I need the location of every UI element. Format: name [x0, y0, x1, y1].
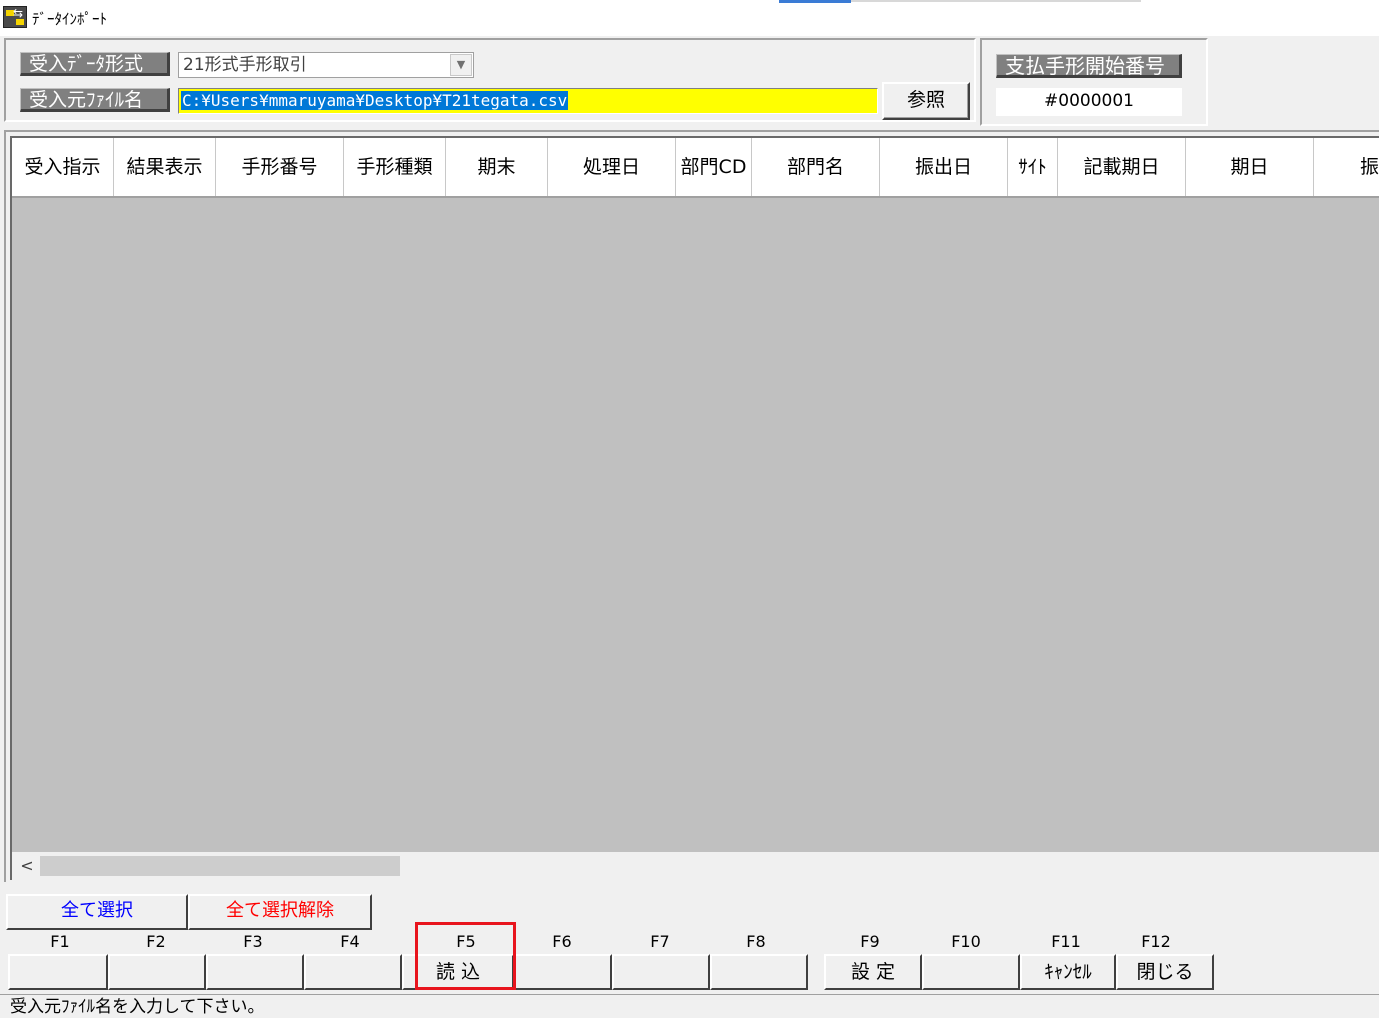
fkey-label-f10: F10	[951, 932, 981, 951]
column-header[interactable]: ｻｲﾄ	[1008, 138, 1058, 196]
column-header[interactable]: 手形番号	[216, 138, 344, 196]
browse-button[interactable]: 参照	[882, 82, 970, 120]
column-header[interactable]: 受入指示	[12, 138, 114, 196]
status-message: 受入元ﾌｧｲﾙ名を入力して下さい。	[10, 997, 265, 1017]
title-accent-line-2	[851, 0, 1141, 2]
fkey-label-f2: F2	[146, 932, 166, 951]
fkey-label-f9: F9	[860, 932, 880, 951]
close-button[interactable]: 閉じる	[1116, 954, 1214, 990]
column-header[interactable]: 期日	[1186, 138, 1314, 196]
f5-highlight-box	[415, 922, 516, 990]
start-number-group: 支払手形開始番号 #0000001	[980, 38, 1208, 126]
horizontal-scrollbar[interactable]: <	[12, 852, 1379, 880]
start-number-field[interactable]: #0000001	[996, 88, 1182, 116]
fkey-label-f6: F6	[552, 932, 572, 951]
grid-header: 受入指示 結果表示 手形番号 手形種類 期末 処理日 部門CD 部門名 振出日 …	[12, 138, 1379, 198]
f6-button[interactable]	[514, 954, 612, 990]
column-header[interactable]: 部門CD	[676, 138, 752, 196]
fkey-label-f7: F7	[650, 932, 670, 951]
title-bar	[0, 0, 1379, 36]
chevron-down-icon[interactable]: ▼	[450, 54, 472, 76]
f3-button[interactable]	[206, 954, 304, 990]
column-header[interactable]: 期末	[446, 138, 548, 196]
fkey-label-f12: F12	[1141, 932, 1171, 951]
file-label: 受入元ﾌｧｲﾙ名	[20, 88, 170, 112]
f8-button[interactable]	[710, 954, 808, 990]
fkey-label-f3: F3	[243, 932, 263, 951]
f7-button[interactable]	[612, 954, 710, 990]
column-header[interactable]: 結果表示	[114, 138, 216, 196]
settings-button[interactable]: 設 定	[824, 954, 922, 990]
column-header[interactable]: 振出日	[880, 138, 1008, 196]
select-all-label: 全て選択	[61, 900, 133, 921]
column-header[interactable]: 記載期日	[1058, 138, 1186, 196]
data-grid[interactable]: 受入指示 結果表示 手形番号 手形種類 期末 処理日 部門CD 部門名 振出日 …	[10, 136, 1379, 880]
deselect-all-button[interactable]: 全て選択解除	[188, 894, 372, 930]
scroll-thumb[interactable]	[40, 856, 400, 876]
column-header[interactable]: 振	[1314, 138, 1379, 196]
select-all-button[interactable]: 全て選択	[6, 894, 188, 930]
title-accent-line	[779, 0, 851, 3]
format-combo[interactable]: 21形式手形取引 ▼	[178, 52, 474, 78]
f4-button[interactable]	[304, 954, 402, 990]
f1-button[interactable]	[8, 954, 108, 990]
cancel-button[interactable]: ｷｬﾝｾﾙ	[1020, 954, 1116, 990]
window-title: ﾃﾞｰﾀｲﾝﾎﾟｰﾄ	[32, 10, 108, 28]
column-header[interactable]: 部門名	[752, 138, 880, 196]
file-path-value: C:¥Users¥mmaruyama¥Desktop¥T21tegata.csv	[181, 91, 569, 110]
fkey-label-f4: F4	[340, 932, 360, 951]
column-header[interactable]: 手形種類	[344, 138, 446, 196]
deselect-all-label: 全て選択解除	[226, 900, 334, 921]
fkey-label-f8: F8	[746, 932, 766, 951]
fkey-label-f11: F11	[1051, 932, 1081, 951]
f2-button[interactable]	[108, 954, 206, 990]
status-bar: 受入元ﾌｧｲﾙ名を入力して下さい。	[0, 994, 1379, 1018]
import-settings-group: 受入ﾃﾞｰﾀ形式 21形式手形取引 ▼ 受入元ﾌｧｲﾙ名 C:¥Users¥mm…	[4, 38, 976, 122]
scroll-left-icon[interactable]: <	[16, 854, 38, 878]
format-combo-value: 21形式手形取引	[183, 55, 307, 75]
format-label: 受入ﾃﾞｰﾀ形式	[20, 52, 170, 76]
f10-button[interactable]	[922, 954, 1020, 990]
column-header[interactable]: 処理日	[548, 138, 676, 196]
data-import-icon: ⇆	[3, 6, 27, 28]
file-path-input[interactable]: C:¥Users¥mmaruyama¥Desktop¥T21tegata.csv	[178, 88, 878, 114]
start-number-label: 支払手形開始番号	[996, 54, 1182, 78]
fkey-label-f1: F1	[50, 932, 70, 951]
